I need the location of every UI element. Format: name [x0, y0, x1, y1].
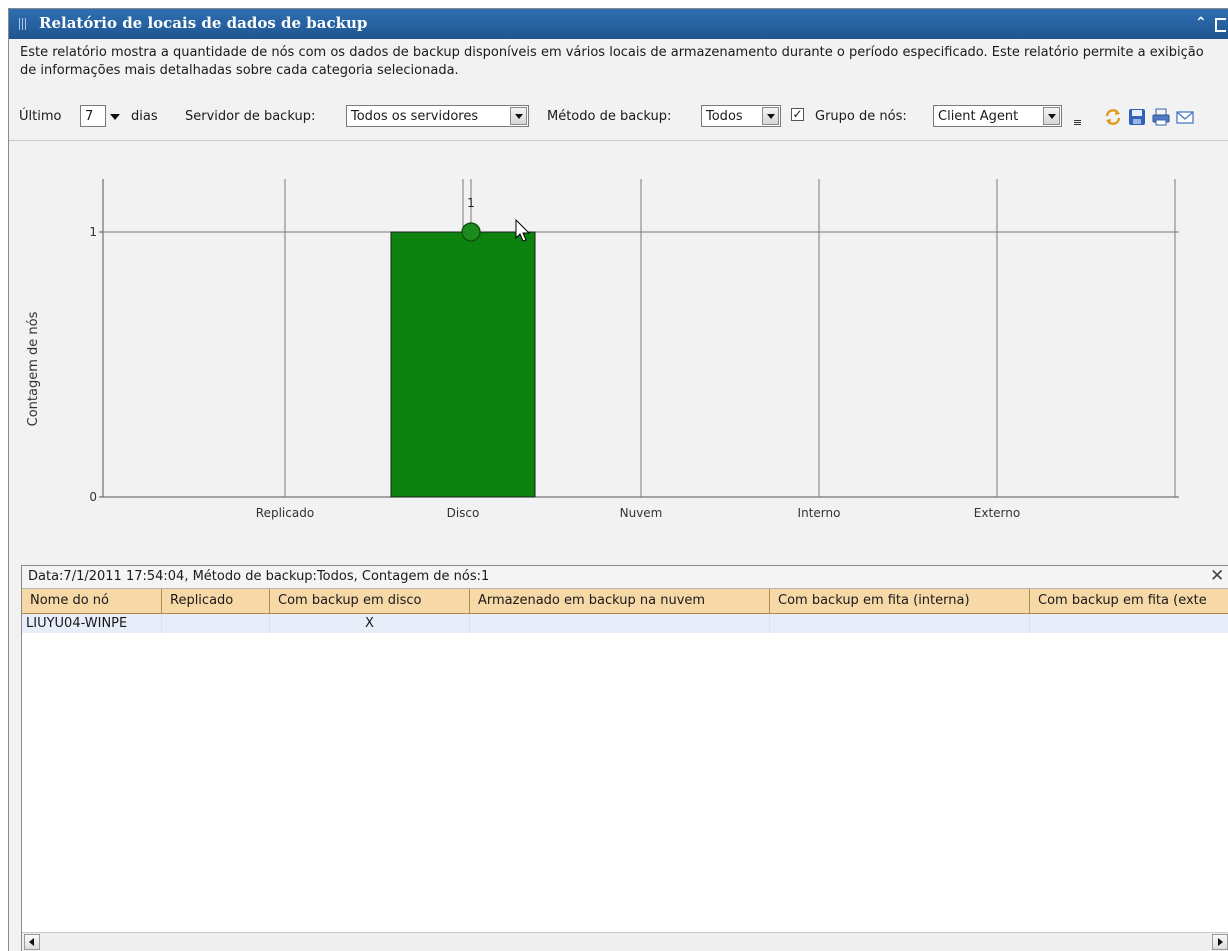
chevron-down-icon[interactable] [762, 107, 779, 125]
server-select[interactable]: Todos os servidores [346, 105, 529, 127]
y-axis-label: Contagem de nós [26, 311, 41, 426]
method-label: Método de backup: [547, 109, 672, 124]
column-header[interactable]: Nome do nó [22, 589, 162, 613]
save-icon[interactable] [1127, 107, 1147, 127]
report-description: Este relatório mostra a quantidade de nó… [20, 45, 1204, 78]
close-icon[interactable]: ✕ [1210, 566, 1224, 586]
column-header[interactable]: Armazenado em backup na nuvem [470, 589, 770, 613]
report-window: Relatório de locais de dados de backup ⌃… [8, 8, 1228, 951]
filter-toolbar: Último 7 dias Servidor de backup: Todos … [9, 97, 1228, 141]
table-cell: X [270, 614, 470, 633]
selected-point-marker[interactable] [461, 222, 481, 242]
method-select[interactable]: Todos [701, 105, 781, 127]
data-label: 1 [467, 196, 475, 210]
print-icon[interactable] [1151, 107, 1171, 127]
collapse-icon[interactable]: ⌃ [1195, 15, 1207, 31]
days-label: dias [131, 109, 158, 124]
y-tick-label: 1 [89, 225, 97, 239]
table-cell [1030, 614, 1228, 633]
table-cell: LIUYU04-WINPE [22, 614, 162, 633]
column-header[interactable]: Com backup em fita (exte [1030, 589, 1228, 613]
maximize-icon[interactable] [1215, 18, 1226, 32]
column-header[interactable]: Com backup em fita (interna) [770, 589, 1030, 613]
title-bar: Relatório de locais de dados de backup ⌃ [9, 9, 1228, 39]
detail-caption-bar: Data:7/1/2011 17:54:04, Método de backup… [22, 566, 1228, 589]
x-tick-label: Disco [447, 506, 480, 520]
refresh-icon[interactable] [1103, 107, 1123, 127]
y-tick-label: 0 [89, 490, 97, 504]
column-header[interactable]: Replicado [162, 589, 270, 613]
table-cell [770, 614, 1030, 633]
last-label: Último [19, 109, 62, 124]
scroll-left-icon[interactable] [24, 934, 40, 950]
server-label: Servidor de backup: [185, 109, 316, 124]
chevron-down-icon[interactable] [510, 107, 527, 125]
options-icon[interactable] [1071, 107, 1085, 127]
email-icon[interactable] [1175, 107, 1195, 127]
days-input[interactable]: 7 [80, 105, 106, 127]
bar-disco[interactable] [390, 231, 536, 498]
window-title: Relatório de locais de dados de backup [39, 14, 368, 32]
chart-panel: 1 Replicado Disco Nuvem Interno Externo 0 1 C… [9, 141, 1228, 551]
node-group-label: Grupo de nós: [815, 109, 907, 124]
grip-icon[interactable] [19, 18, 28, 30]
node-count-chart: 1 Replicado Disco Nuvem Interno Externo 0 1 C… [26, 179, 1179, 520]
days-dropdown-icon[interactable] [110, 114, 120, 120]
column-header[interactable]: Com backup em disco [270, 589, 470, 613]
table-header: Nome do nó Replicado Com backup em disco… [22, 589, 1228, 614]
horizontal-scrollbar[interactable] [22, 932, 1228, 951]
table-row[interactable]: LIUYU04-WINPE X [22, 614, 1228, 633]
detail-caption: Data:7/1/2011 17:54:04, Método de backup… [28, 569, 490, 584]
detail-panel: Data:7/1/2011 17:54:04, Método de backup… [21, 565, 1228, 951]
table-cell [470, 614, 770, 633]
x-tick-label: Interno [798, 506, 841, 520]
x-tick-label: Replicado [256, 506, 314, 520]
chevron-down-icon[interactable] [1043, 107, 1060, 125]
node-group-checkbox[interactable]: ✓ [791, 108, 804, 121]
node-group-select[interactable]: Client Agent [933, 105, 1062, 127]
table-cell [162, 614, 270, 633]
x-tick-label: Nuvem [620, 506, 663, 520]
scroll-right-icon[interactable] [1212, 934, 1228, 950]
x-tick-label: Externo [974, 506, 1020, 520]
